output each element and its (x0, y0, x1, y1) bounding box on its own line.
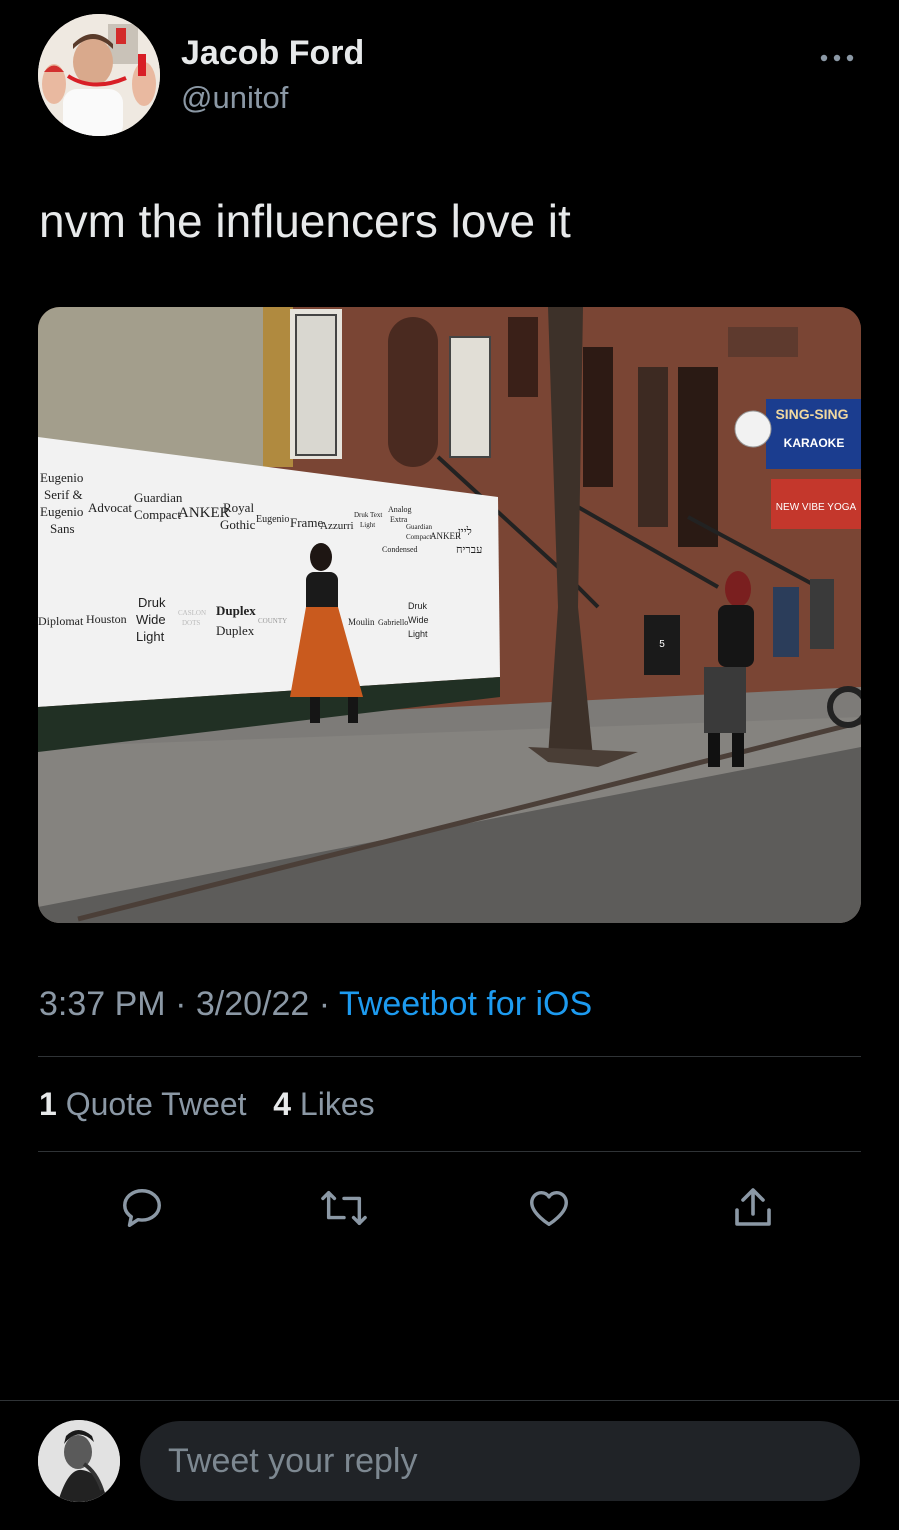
poster-text-24: Houston (86, 612, 127, 626)
poster-text-12: Azzurri (320, 520, 354, 532)
poster-text-33: Moulin (348, 617, 375, 627)
author-handle[interactable]: @unitof (181, 80, 288, 116)
tweet-time: 3:37 PM (39, 985, 166, 1023)
sign-karaoke: KARAOKE (784, 436, 845, 450)
poster-text-21: ליין (458, 526, 472, 538)
poster-text-30: Duplex (216, 603, 256, 618)
poster-text-13: Druk Text (354, 511, 382, 519)
poster-text-19: Compact (406, 533, 431, 541)
retweet-icon[interactable] (316, 1180, 372, 1236)
tweet-meta: 3:37 PM · 3/20/22 · Tweetbot for iOS (39, 985, 592, 1024)
sign-sing-sing: SING-SING (775, 406, 848, 422)
poster-text-20: ANKER (430, 531, 461, 541)
poster-text-5: Guardian (134, 490, 183, 505)
sign-price: 5 (659, 639, 665, 650)
poster-text-3: Sans (50, 521, 75, 536)
poster-text-0: Eugenio (40, 470, 83, 485)
poster-text-1: Serif & (44, 487, 83, 502)
poster-text-9: Gothic (220, 517, 256, 532)
heart-icon[interactable] (521, 1180, 577, 1236)
author-avatar[interactable] (38, 14, 160, 136)
likes-label: Likes (299, 1086, 375, 1122)
poster-text-18: Guardian (406, 523, 433, 531)
poster-text-11: Frame (290, 515, 323, 530)
poster-text-23: Diplomat (38, 614, 84, 628)
poster-text-36: Wide (408, 615, 429, 625)
poster-text-25: Druk (138, 595, 166, 610)
quote-label: Quote Tweet (65, 1086, 247, 1122)
quote-tweet-stat[interactable]: 1 Quote Tweet (39, 1086, 255, 1122)
more-dots-icon[interactable] (819, 38, 855, 72)
reply-bar-divider (0, 1400, 899, 1401)
poster-text-35: Druk (408, 601, 428, 611)
author-name[interactable]: Jacob Ford (181, 34, 364, 73)
likes-stat[interactable]: 4 Likes (273, 1086, 374, 1122)
poster-text-29: DOTS (182, 619, 200, 627)
divider (38, 1056, 861, 1057)
tweet-photo[interactable]: SING-SING KARAOKE NEW VIBE YOGA Eugenio … (38, 307, 861, 923)
tweet-date: 3/20/22 (195, 985, 310, 1023)
poster-text-22: עבריח (456, 544, 482, 556)
reply-input[interactable] (140, 1421, 860, 1501)
poster-text-34: Gabriello (378, 618, 408, 627)
poster-text-4: Advocat (88, 500, 132, 515)
quote-count: 1 (39, 1086, 57, 1122)
like-count: 4 (273, 1086, 292, 1122)
divider (38, 1151, 861, 1152)
reply-icon[interactable] (114, 1180, 170, 1236)
meta-separator: · (318, 985, 331, 1023)
poster-text-27: Light (136, 629, 165, 644)
poster-text-37: Light (408, 629, 428, 639)
poster-text-32: COUNTY (258, 617, 287, 625)
poster-text-17: Condensed (382, 545, 418, 554)
user-avatar[interactable] (38, 1420, 120, 1502)
sign-yoga: NEW VIBE YOGA (776, 502, 857, 513)
tweet-stats: 1 Quote Tweet 4 Likes (39, 1086, 375, 1123)
poster-text-6: Compact (134, 507, 181, 522)
meta-separator: · (175, 985, 187, 1023)
poster-text-28: CASLON (178, 609, 206, 617)
poster-text-2: Eugenio (40, 504, 83, 519)
tweet-text: nvm the influencers love it (39, 195, 571, 247)
poster-text-8: Royal (223, 500, 254, 515)
poster-text-14: Light (360, 521, 375, 529)
tweet-source-link[interactable]: Tweetbot for iOS (339, 985, 592, 1023)
share-icon[interactable] (725, 1180, 781, 1236)
poster-text-31: Duplex (216, 623, 255, 638)
poster-text-15: Analog (388, 505, 412, 514)
poster-text-10: Eugenio (256, 514, 289, 525)
poster-text-26: Wide (136, 612, 166, 627)
